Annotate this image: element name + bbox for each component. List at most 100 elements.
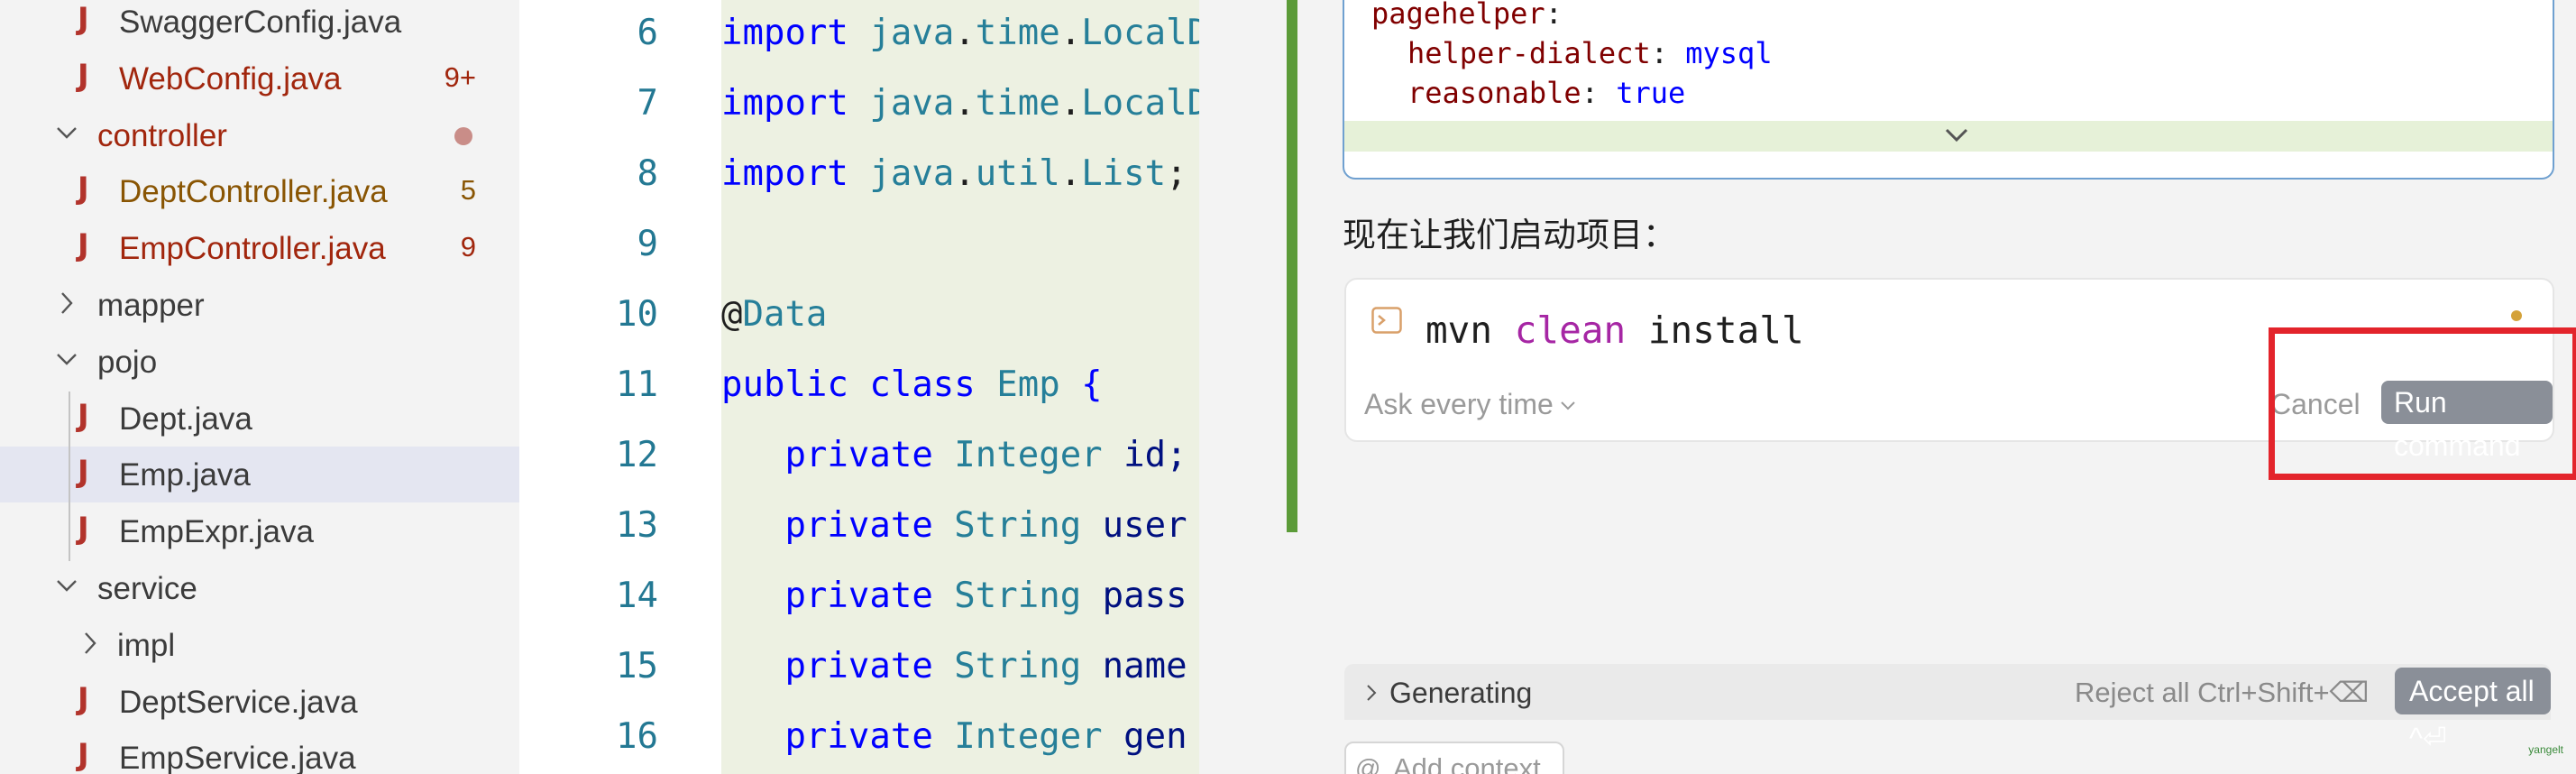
code-token: ; xyxy=(1166,153,1187,194)
command-text: mvn clean install xyxy=(1426,309,1804,352)
chevron-down-icon[interactable] xyxy=(56,346,78,373)
chevron-right-icon[interactable] xyxy=(1362,682,1380,704)
code-token: private xyxy=(784,505,955,546)
tree-item[interactable]: J DeptService.java xyxy=(0,674,519,730)
code-line[interactable]: 15 private String name xyxy=(519,631,1199,702)
code-token: . xyxy=(954,153,976,194)
code-token: . xyxy=(1059,153,1082,194)
assistant-message: 现在让我们启动项目： xyxy=(1343,216,1676,254)
tree-item-label: Dept.java xyxy=(119,401,252,437)
code-text: import java.util.List; xyxy=(721,153,1187,194)
tree-item[interactable]: J EmpExpr.java xyxy=(0,503,519,559)
yaml-key: reasonable xyxy=(1407,76,1581,110)
code-token: String xyxy=(954,646,1103,686)
chevron-down-icon[interactable] xyxy=(1943,121,1970,148)
tree-item[interactable]: J EmpController.java 9 xyxy=(0,220,519,276)
tree-item[interactable]: controller xyxy=(0,107,519,163)
code-line[interactable]: 7 import java.time.LocalD xyxy=(519,69,1199,139)
problem-count-badge: 5 xyxy=(460,174,476,207)
watermark: yangelt xyxy=(2528,743,2563,756)
line-number: 8 xyxy=(637,153,658,194)
tree-item[interactable]: J SwaggerConfig.java xyxy=(0,0,519,50)
code-line[interactable]: 8 import java.util.List; xyxy=(519,139,1199,209)
command-name: mvn xyxy=(1426,309,1493,352)
chat-panel: pagehelper: helper-dialect: mysql reason… xyxy=(1297,0,2576,774)
tree-item[interactable]: pojo xyxy=(0,334,519,390)
annotation-highlight-box xyxy=(2269,327,2576,480)
code-token: import xyxy=(721,13,870,53)
tree-item[interactable]: J Dept.java xyxy=(0,391,519,447)
code-token: time xyxy=(975,83,1060,124)
tree-item-label: DeptService.java xyxy=(119,684,358,720)
code-token: . xyxy=(954,13,976,53)
yaml-line-2: helper-dialect: mysql xyxy=(1407,36,1773,70)
java-file-icon: J xyxy=(78,227,89,264)
code-text: private String pass xyxy=(721,576,1187,616)
code-token: @ xyxy=(721,294,743,335)
code-line[interactable]: 11 public class Emp { xyxy=(519,350,1199,420)
tree-item[interactable]: impl xyxy=(0,617,519,673)
code-line[interactable]: 14 private String pass xyxy=(519,561,1199,631)
java-file-icon: J xyxy=(78,170,89,207)
reject-all-button[interactable]: Reject all Ctrl+Shift+⌫ xyxy=(2075,677,2369,709)
code-line[interactable]: 9 xyxy=(519,209,1199,280)
explorer-sidebar: J SwaggerConfig.java J WebConfig.java 9+ cont… xyxy=(0,0,519,774)
chevron-down-icon[interactable] xyxy=(56,573,78,600)
tree-item[interactable]: service xyxy=(0,560,519,616)
code-token: name xyxy=(1102,646,1187,686)
yaml-value: mysql xyxy=(1685,36,1773,70)
line-number: 6 xyxy=(637,13,658,53)
tree-item-label: DeptController.java xyxy=(119,174,388,210)
line-number: 14 xyxy=(616,576,658,616)
java-file-icon: J xyxy=(78,397,89,434)
code-text: import java.time.LocalD xyxy=(721,13,1199,53)
code-line[interactable]: 10 @Data xyxy=(519,280,1199,350)
problem-count-badge: 9+ xyxy=(444,60,476,93)
code-token: java xyxy=(869,13,955,53)
tree-item[interactable]: J DeptController.java 5 xyxy=(0,163,519,219)
chevron-down-icon[interactable] xyxy=(56,120,78,147)
tree-item-label: service xyxy=(97,571,197,606)
yaml-code-block: pagehelper: helper-dialect: mysql reason… xyxy=(1343,0,2554,180)
code-token: import xyxy=(721,153,870,194)
yaml-colon: : xyxy=(1545,0,1563,31)
tree-item[interactable]: J Emp.java xyxy=(0,447,519,503)
code-line[interactable]: 16 private Integer gen xyxy=(519,702,1199,772)
code-editor[interactable]: 6 import java.time.LocalD 7 import java.tim… xyxy=(519,0,1199,774)
problem-count-badge: 9 xyxy=(460,231,476,263)
tree-item[interactable]: mapper xyxy=(0,277,519,333)
code-token: . xyxy=(1059,83,1082,124)
code-token: Emp xyxy=(996,364,1082,405)
add-context-button[interactable]: @ Add context xyxy=(1344,742,1564,774)
tree-item[interactable]: J EmpService.java xyxy=(0,730,519,774)
code-token: . xyxy=(954,83,976,124)
code-token: java xyxy=(869,83,955,124)
code-text: import java.time.LocalD xyxy=(721,83,1199,124)
code-token: List xyxy=(1081,153,1167,194)
line-number: 7 xyxy=(637,83,658,124)
code-token: id; xyxy=(1123,435,1187,475)
accept-all-button[interactable]: Accept all ^⏎ xyxy=(2395,668,2551,754)
code-token: public class xyxy=(721,364,997,405)
code-line[interactable]: 6 import java.time.LocalD xyxy=(519,0,1199,69)
tree-item-label: pojo xyxy=(97,344,158,380)
chevron-right-icon[interactable] xyxy=(79,630,101,657)
code-line[interactable]: 12 private Integer id; xyxy=(519,420,1199,491)
code-token: { xyxy=(1081,364,1103,405)
code-token: private xyxy=(784,646,955,686)
command-argument: clean xyxy=(1514,309,1627,352)
tree-item-label: SwaggerConfig.java xyxy=(119,5,402,40)
tree-item[interactable]: J WebConfig.java 9+ xyxy=(0,51,519,106)
diff-added-bar xyxy=(1287,0,1297,532)
approval-mode-select[interactable]: Ask every time xyxy=(1364,388,1554,421)
java-file-icon: J xyxy=(78,57,89,94)
code-token: Integer xyxy=(954,435,1124,475)
chevron-down-icon[interactable] xyxy=(1559,397,1577,415)
code-line[interactable]: 13 private String user xyxy=(519,491,1199,561)
chevron-right-icon[interactable] xyxy=(56,290,78,317)
yaml-line-1: pagehelper: xyxy=(1371,0,1563,31)
